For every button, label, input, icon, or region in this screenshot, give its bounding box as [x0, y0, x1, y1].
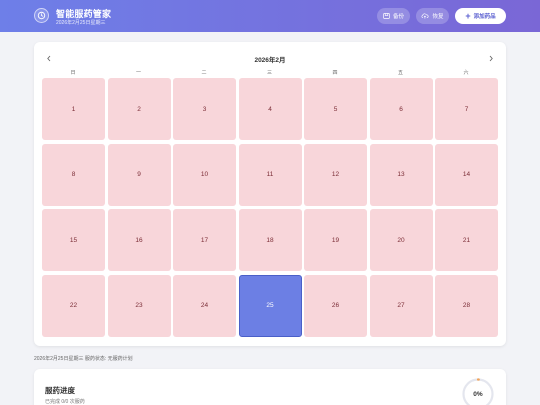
progress-title: 服药进度	[45, 386, 75, 395]
add-medicine-button[interactable]: + 添加药品	[455, 8, 506, 24]
plus-icon: +	[465, 10, 471, 21]
backup-label: 备份	[392, 14, 404, 20]
calendar-day[interactable]: 25	[238, 274, 302, 337]
calendar-day[interactable]: 28	[435, 274, 498, 337]
calendar-day[interactable]: 12	[304, 143, 367, 206]
weekday-label: 三	[266, 70, 272, 76]
progress-percent: 0%	[473, 390, 483, 398]
calendar-day[interactable]: 1	[42, 78, 105, 140]
calendar-day[interactable]: 27	[369, 274, 433, 337]
restore-button[interactable]: 恢复	[416, 8, 449, 24]
progress-subtitle: 已完成 0/0 次服药	[45, 399, 85, 405]
calendar-day[interactable]: 9	[107, 143, 171, 206]
app-date: 2026年2月25日星期三	[56, 20, 106, 26]
calendar-day[interactable]: 14	[435, 143, 498, 206]
restore-label: 恢复	[432, 14, 444, 20]
calendar-day[interactable]: 10	[173, 143, 236, 206]
calendar-day[interactable]: 4	[238, 78, 302, 140]
weekday-label: 日	[70, 70, 76, 76]
upload-cloud-icon	[421, 13, 429, 19]
weekday-label: 二	[201, 70, 207, 76]
calendar-day[interactable]: 16	[107, 209, 171, 271]
status-line: 2026年2月25日星期三 服药状态: 无服药计划	[34, 356, 133, 362]
weekday-label: 五	[397, 70, 403, 76]
backup-button[interactable]: 备份	[377, 8, 410, 24]
calendar-day[interactable]: 5	[304, 78, 367, 140]
calendar-day[interactable]: 6	[369, 78, 433, 140]
calendar-day[interactable]: 17	[173, 209, 236, 271]
calendar-day[interactable]: 2	[107, 78, 171, 140]
calendar-day[interactable]: 18	[238, 209, 302, 271]
next-month-button[interactable]	[485, 52, 497, 64]
calendar-day[interactable]: 24	[173, 274, 236, 337]
app-header: 智能服药管家 2026年2月25日星期三 备份 恢复 + 添加药品	[0, 0, 540, 32]
calendar-day[interactable]: 22	[42, 274, 105, 337]
calendar-day[interactable]: 7	[435, 78, 498, 140]
calendar-day[interactable]: 20	[369, 209, 433, 271]
chevron-right-icon	[488, 49, 494, 67]
weekday-label: 六	[463, 70, 469, 76]
calendar-card: 2026年2月 日一二三四五六 1 2 3 4 5 6 7 8 9 10 11 12 13 14 15 16 1…	[34, 42, 506, 346]
month-title: 2026年2月	[254, 57, 286, 64]
calendar-day[interactable]: 11	[238, 143, 302, 206]
progress-card: 服药进度 已完成 0/0 次服药 0%	[34, 369, 506, 405]
weekday-label: 一	[135, 70, 141, 76]
calendar-day[interactable]: 26	[304, 274, 367, 337]
calendar-day[interactable]: 15	[42, 209, 105, 271]
calendar-day[interactable]: 19	[304, 209, 367, 271]
calendar-day[interactable]: 3	[173, 78, 236, 140]
calendar-day[interactable]: 21	[435, 209, 498, 271]
backup-icon	[383, 13, 390, 19]
calendar-day[interactable]: 23	[107, 274, 171, 337]
weekday-label: 四	[332, 70, 338, 76]
calendar-day[interactable]: 13	[369, 143, 433, 206]
clock-icon	[34, 8, 49, 23]
calendar-day[interactable]: 8	[42, 143, 105, 206]
add-medicine-label: 添加药品	[473, 14, 496, 20]
